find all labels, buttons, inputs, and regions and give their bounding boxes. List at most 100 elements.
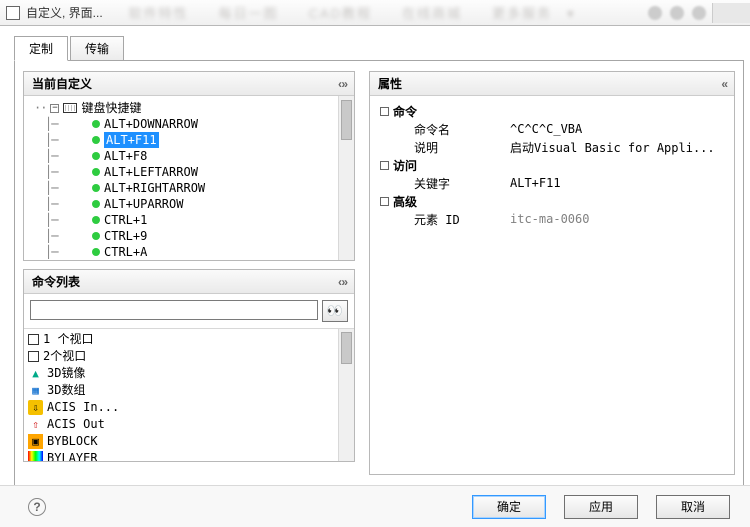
tree-expander-icon[interactable]: − bbox=[50, 104, 59, 113]
ok-button[interactable]: 确定 bbox=[472, 495, 546, 519]
checkbox-icon bbox=[28, 334, 39, 345]
command-list-label: 2个视口 bbox=[43, 348, 86, 365]
acis-in-icon: ⇩ bbox=[28, 400, 43, 415]
keyboard-icon bbox=[63, 103, 77, 113]
command-list-item[interactable]: ⇧ ACIS Out bbox=[28, 416, 350, 433]
command-list-item[interactable]: ▣ BYBLOCK bbox=[28, 433, 350, 450]
binoculars-icon: 👀 bbox=[327, 303, 343, 319]
tree-item[interactable]: │─ALT+F11 bbox=[34, 132, 352, 148]
panel-current-title: 当前自定义 bbox=[32, 75, 92, 92]
help-button[interactable]: ? bbox=[28, 498, 46, 516]
prop-row-desc[interactable]: 说明 启动Visual Basic for Appli... bbox=[380, 138, 724, 156]
prop-row-element-id[interactable]: 元素 ID itc-ma-0060 bbox=[380, 210, 724, 228]
byblock-icon: ▣ bbox=[28, 434, 43, 449]
tree-item-label: ALT+DOWNARROW bbox=[104, 116, 198, 132]
status-dot-icon bbox=[92, 184, 100, 192]
prop-group-command[interactable]: 命令 bbox=[380, 102, 724, 120]
apply-button[interactable]: 应用 bbox=[564, 495, 638, 519]
command-search-input[interactable] bbox=[30, 300, 318, 320]
command-list-label: BYBLOCK bbox=[47, 433, 98, 450]
command-list[interactable]: 1 个视口2个视口▲3D镜像▦3D数组⇩ACIS In...⇧ACIS Out▣… bbox=[24, 329, 354, 461]
command-list-item[interactable]: ⇩ ACIS In... bbox=[28, 399, 350, 416]
panel-properties: 属性 « 命令 命令名 ^C^C^C_VBA 说明 启动Visual Basic… bbox=[369, 71, 735, 475]
panel-props-toggle-icon[interactable]: « bbox=[721, 77, 726, 91]
command-list-label: 3D镜像 bbox=[47, 365, 85, 382]
titlebar: 自定义, 界面... 软件特性 每日一图 CAD教程 在线商城 更多服务 ▾ bbox=[0, 0, 750, 26]
tree-item-label: ALT+LEFTARROW bbox=[104, 164, 198, 180]
collapse-icon bbox=[380, 197, 389, 206]
tree-item[interactable]: │─CTRL+A bbox=[34, 244, 352, 260]
dialog-footer: ? 确定 应用 取消 bbox=[0, 485, 750, 527]
tree-item[interactable]: │─ALT+LEFTARROW bbox=[34, 164, 352, 180]
tree-item-label: CTRL+A bbox=[104, 244, 147, 260]
panel-current-toggle-icon[interactable]: ‹ » bbox=[338, 77, 346, 91]
mirror3d-icon: ▲ bbox=[28, 366, 43, 381]
find-button[interactable]: 👀 bbox=[322, 300, 348, 322]
command-list-label: 1 个视口 bbox=[43, 331, 93, 348]
tree-item[interactable]: │─CTRL+9 bbox=[34, 228, 352, 244]
tab-custom[interactable]: 定制 bbox=[14, 36, 68, 61]
array3d-icon: ▦ bbox=[28, 383, 43, 398]
app-icon bbox=[6, 6, 20, 20]
close-icon[interactable] bbox=[712, 3, 750, 23]
prop-group-access[interactable]: 访问 bbox=[380, 156, 724, 174]
cancel-label: 取消 bbox=[681, 498, 705, 515]
tree-item-label: CTRL+1 bbox=[104, 212, 147, 228]
panel-cmdlist-toggle-icon[interactable]: ‹ » bbox=[338, 275, 346, 289]
status-dot-icon bbox=[92, 248, 100, 256]
status-dot-icon bbox=[92, 152, 100, 160]
tab-strip: 定制 传输 bbox=[14, 36, 744, 61]
command-list-item[interactable]: ▦ 3D数组 bbox=[28, 382, 350, 399]
command-list-item[interactable]: 1 个视口 bbox=[28, 331, 350, 348]
titlebar-right bbox=[648, 6, 706, 20]
tree-item[interactable]: │─ALT+DOWNARROW bbox=[34, 116, 352, 132]
status-dot-icon bbox=[92, 136, 100, 144]
panel-current-custom: 当前自定义 ‹ » ··−键盘快捷键 │─ALT+DOWNARROW │─ALT… bbox=[23, 71, 355, 261]
window-title: 自定义, 界面... bbox=[26, 4, 103, 21]
status-dot-icon bbox=[92, 216, 100, 224]
command-list-label: 3D数组 bbox=[47, 382, 85, 399]
status-dot-icon bbox=[92, 168, 100, 176]
tree-item-label: CTRL+9 bbox=[104, 228, 147, 244]
command-list-item[interactable]: BYLAYER bbox=[28, 450, 350, 461]
command-list-item[interactable]: ▲ 3D镜像 bbox=[28, 365, 350, 382]
tab-body: 当前自定义 ‹ » ··−键盘快捷键 │─ALT+DOWNARROW │─ALT… bbox=[14, 60, 744, 490]
tab-custom-label: 定制 bbox=[29, 42, 53, 56]
panel-cmdlist: 命令列表 ‹ » 👀 1 个视口2个视口▲3D镜像▦3D数组⇩ACIS In..… bbox=[23, 269, 355, 462]
command-list-item[interactable]: 2个视口 bbox=[28, 348, 350, 365]
tree-item[interactable]: │─ALT+F8 bbox=[34, 148, 352, 164]
tree-root-label[interactable]: 键盘快捷键 bbox=[81, 100, 141, 116]
ok-label: 确定 bbox=[497, 498, 521, 515]
apply-label: 应用 bbox=[589, 498, 613, 515]
prop-row-keyword[interactable]: 关键字 ALT+F11 bbox=[380, 174, 724, 192]
tree-scrollbar[interactable] bbox=[338, 96, 354, 260]
command-list-label: ACIS Out bbox=[47, 416, 105, 433]
command-list-label: BYLAYER bbox=[47, 450, 98, 461]
tree-item[interactable]: │─ALT+UPARROW bbox=[34, 196, 352, 212]
tree-item[interactable]: │─ALT+RIGHTARROW bbox=[34, 180, 352, 196]
status-dot-icon bbox=[92, 200, 100, 208]
acis-out-icon: ⇧ bbox=[28, 417, 43, 432]
cancel-button[interactable]: 取消 bbox=[656, 495, 730, 519]
prop-group-advanced[interactable]: 高级 bbox=[380, 192, 724, 210]
collapse-icon bbox=[380, 107, 389, 116]
checkbox-icon bbox=[28, 351, 39, 362]
tree-item-label: ALT+UPARROW bbox=[104, 196, 183, 212]
status-dot-icon bbox=[92, 232, 100, 240]
tab-transfer-label: 传输 bbox=[85, 42, 109, 56]
prop-row-name[interactable]: 命令名 ^C^C^C_VBA bbox=[380, 120, 724, 138]
cmdlist-scrollbar[interactable] bbox=[338, 329, 354, 461]
shortcut-tree[interactable]: ··−键盘快捷键 │─ALT+DOWNARROW │─ALT+F11 │─ALT… bbox=[24, 96, 354, 260]
panel-props-title: 属性 bbox=[378, 75, 402, 92]
tab-transfer[interactable]: 传输 bbox=[70, 36, 124, 61]
collapse-icon bbox=[380, 161, 389, 170]
tree-item-label: ALT+F8 bbox=[104, 148, 147, 164]
tree-item[interactable]: │─CTRL+1 bbox=[34, 212, 352, 228]
status-dot-icon bbox=[92, 120, 100, 128]
tree-item-label: ALT+RIGHTARROW bbox=[104, 180, 205, 196]
tree-item-label: ALT+F11 bbox=[104, 132, 159, 148]
blurred-menu: 软件特性 每日一图 CAD教程 在线商城 更多服务 ▾ bbox=[129, 3, 576, 22]
bylayer-icon bbox=[28, 451, 43, 461]
property-grid: 命令 命令名 ^C^C^C_VBA 说明 启动Visual Basic for … bbox=[370, 96, 734, 474]
command-list-label: ACIS In... bbox=[47, 399, 119, 416]
